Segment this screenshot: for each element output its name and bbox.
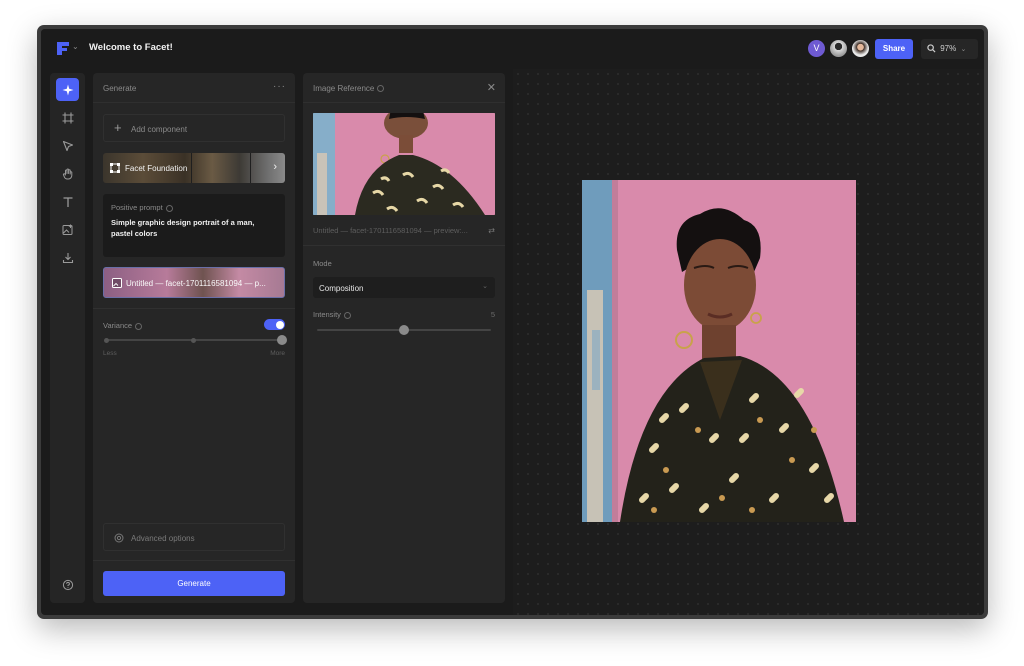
generate-button[interactable]: Generate <box>103 571 285 596</box>
intensity-label: Intensity <box>313 310 351 319</box>
intensity-slider-handle[interactable] <box>399 325 409 335</box>
zoom-control[interactable]: 97% ⌄ <box>921 39 978 59</box>
help-button[interactable] <box>56 573 79 596</box>
sparkle-icon <box>62 84 73 95</box>
text-tool-button[interactable] <box>56 190 79 213</box>
info-icon <box>135 322 143 330</box>
download-icon <box>62 252 73 263</box>
close-icon[interactable]: ✕ <box>487 81 496 94</box>
mode-value: Composition <box>319 284 364 293</box>
text-icon <box>63 196 72 207</box>
divider <box>93 308 295 309</box>
tool-rail <box>50 73 85 603</box>
mode-label: Mode <box>313 259 332 268</box>
app-root: ⌄ Welcome to Facet! V Share 97% ⌄ Genera… <box>41 29 984 615</box>
generate-panel-header: Generate ··· <box>93 73 295 103</box>
variance-toggle[interactable] <box>264 319 285 330</box>
generated-image[interactable] <box>582 180 856 522</box>
model-name: Facet Foundation <box>125 164 188 173</box>
hand-icon <box>62 168 72 179</box>
share-button[interactable]: Share <box>875 39 913 59</box>
chevron-down-icon[interactable]: ⌄ <box>72 42 79 51</box>
export-tool-button[interactable] <box>56 246 79 269</box>
image-add-icon <box>62 224 72 235</box>
model-selector[interactable]: Facet Foundation › <box>103 153 285 183</box>
mode-select[interactable]: Composition ⌄ <box>313 277 495 298</box>
app-window: ⌄ Welcome to Facet! V Share 97% ⌄ Genera… <box>37 25 988 619</box>
add-component-button[interactable]: + Add component <box>103 114 285 142</box>
frame-icon <box>62 112 73 123</box>
chevron-right-icon: › <box>273 161 277 173</box>
reference-image[interactable] <box>313 113 495 215</box>
portrait-image-icon <box>582 180 856 522</box>
reference-portrait-icon <box>313 113 495 215</box>
intensity-value: 5 <box>490 310 495 319</box>
avatar[interactable]: V <box>807 39 826 58</box>
chevron-down-icon: ⌄ <box>960 46 967 53</box>
plus-icon: + <box>114 120 122 135</box>
divider <box>303 245 505 246</box>
variance-slider-handle[interactable] <box>277 335 287 345</box>
info-icon <box>165 204 173 212</box>
divider <box>191 153 192 183</box>
zoom-level: 97% <box>940 44 957 53</box>
settings-icon <box>114 533 124 543</box>
image-reference-chip[interactable]: Untitled — facet-1701116581094 — p... <box>103 267 285 298</box>
add-component-label: Add component <box>131 125 188 134</box>
divider <box>93 560 295 561</box>
info-icon <box>343 311 351 319</box>
pointer-icon <box>62 140 73 151</box>
panel-title: Generate <box>103 84 137 93</box>
info-icon <box>377 85 385 93</box>
image-tool-button[interactable] <box>56 218 79 241</box>
divider <box>250 153 251 183</box>
advanced-options-label: Advanced options <box>131 534 195 543</box>
swap-icon[interactable]: ⇄ <box>486 226 495 235</box>
prompt-text[interactable]: Simple graphic design portrait of a man,… <box>111 217 277 239</box>
avatar[interactable] <box>829 39 848 58</box>
image-icon <box>112 278 122 288</box>
advanced-options-button[interactable]: Advanced options <box>103 523 285 551</box>
image-reference-name: Untitled — facet-1701116581094 — p... <box>126 279 266 288</box>
app-title: Welcome to Facet! <box>89 42 173 53</box>
frame-tool-button[interactable] <box>56 106 79 129</box>
image-reference-panel: Image Reference ✕ Untitled — facet-17011… <box>303 73 505 603</box>
facet-logo-icon[interactable] <box>56 41 70 56</box>
avatar[interactable] <box>851 39 870 58</box>
prompt-label: Positive prompt <box>111 203 173 212</box>
more-icon[interactable]: ··· <box>273 81 286 92</box>
slider-tick <box>191 337 196 343</box>
select-tool-button[interactable] <box>56 134 79 157</box>
slider-tick <box>104 337 109 343</box>
slider-min-label: Less <box>103 350 117 357</box>
generate-tool-button[interactable] <box>56 78 79 101</box>
chevron-down-icon: ⌄ <box>482 283 488 290</box>
hand-tool-button[interactable] <box>56 162 79 185</box>
panel-title: Image Reference <box>313 84 385 93</box>
search-icon <box>927 44 936 53</box>
slider-max-label: More <box>270 350 285 357</box>
help-icon <box>62 579 73 590</box>
top-bar: ⌄ Welcome to Facet! V Share 97% ⌄ <box>41 29 984 69</box>
variance-label: Variance <box>103 321 143 330</box>
image-reference-header: Image Reference ✕ <box>303 73 505 103</box>
reference-image-meta: Untitled — facet-1701116581094 — preview… <box>313 226 495 235</box>
component-icon <box>110 163 120 173</box>
generate-panel: Generate ··· + Add component Facet Found… <box>93 73 295 603</box>
positive-prompt-field[interactable]: Positive prompt Simple graphic design po… <box>103 194 285 257</box>
